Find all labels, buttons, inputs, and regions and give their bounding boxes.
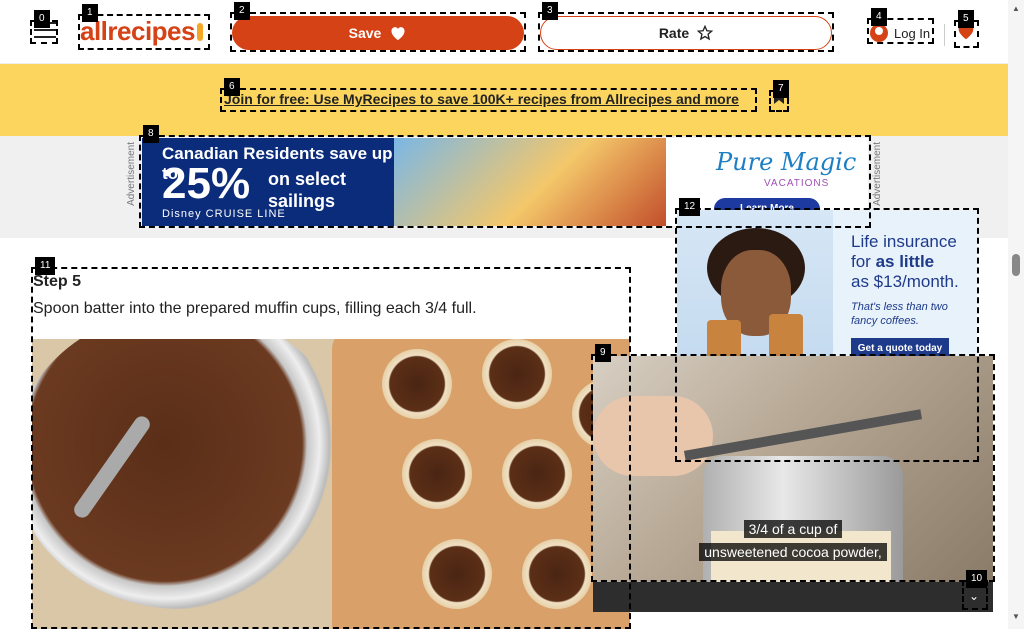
step-title: Step 5 <box>33 273 82 290</box>
scroll-up-icon[interactable]: ▲ <box>1012 4 1020 13</box>
caption-line1: 3/4 of a cup of <box>743 520 843 538</box>
advertisement-label: Advertisement <box>126 142 137 206</box>
step-description: Spoon batter into the prepared muffin cu… <box>33 300 477 317</box>
muffin-cup <box>522 539 592 609</box>
save-button[interactable]: Save <box>232 16 524 50</box>
login-link[interactable]: Log In <box>870 22 930 44</box>
muffin-cup <box>502 439 572 509</box>
rate-label: Rate <box>658 25 690 41</box>
user-icon <box>870 24 888 42</box>
banner-subline: on select sailings <box>268 169 347 211</box>
caption-line2: unsweetened cocoa powder, <box>699 543 887 561</box>
site-header: allrecipes Save Rate Log In <box>0 0 1008 64</box>
menu-button[interactable] <box>34 22 56 40</box>
banner-ad-left: Canadian Residents save up to 25% on sel… <box>142 138 394 226</box>
scroll-thumb[interactable] <box>1012 254 1020 276</box>
muffin-cup <box>402 439 472 509</box>
logo-text: allrecipes <box>80 16 195 46</box>
video-player[interactable]: 3/4 of a cup of unsweetened cocoa powder… <box>593 356 993 612</box>
save-label: Save <box>348 25 382 41</box>
rate-button[interactable]: Rate <box>540 16 832 50</box>
video-toggle-button[interactable]: ⌄ <box>966 588 982 604</box>
site-logo[interactable]: allrecipes <box>80 16 203 47</box>
muffin-cup <box>482 339 552 409</box>
banner-percent: 25% <box>162 159 251 208</box>
sidebar-ad-line1: Life insurance <box>851 232 957 251</box>
heart-icon <box>958 24 974 40</box>
promo-close-button[interactable] <box>772 89 786 107</box>
sidebar-ad-line3: as $13/month. <box>851 272 959 291</box>
favorites-button[interactable] <box>956 22 976 42</box>
partner-logo: Pure Magic <box>716 148 857 176</box>
promo-bar: Join for free: Use MyRecipes to save 100… <box>0 64 1008 136</box>
page-scrollbar[interactable]: ▲ ▼ <box>1008 0 1024 629</box>
step-image <box>32 339 630 629</box>
page: allrecipes Save Rate Log In Join for fre… <box>0 0 1024 629</box>
sidebar-ad-small: That's less than two fancy coffees. <box>851 301 948 327</box>
partner-sub: VACATIONS <box>764 178 830 189</box>
video-caption: 3/4 of a cup of unsweetened cocoa powder… <box>593 518 993 564</box>
advertisement-label: Advertisement <box>872 142 883 206</box>
banner-ad-image <box>394 138 666 226</box>
batter-bowl <box>32 339 352 609</box>
sidebar-ad-line2: for as little <box>851 252 935 271</box>
video-controls <box>593 582 993 612</box>
star-icon <box>697 25 714 41</box>
myrecipes-signup-link[interactable]: Join for free: Use MyRecipes to save 100… <box>224 91 739 107</box>
muffin-tray <box>332 339 630 629</box>
close-icon <box>774 90 784 104</box>
hamburger-icon <box>34 22 56 24</box>
muffin-cup <box>382 349 452 419</box>
heart-icon <box>391 27 405 41</box>
muffin-cup <box>422 539 492 609</box>
banner-brand: Disney CRUISE LINE <box>162 208 286 220</box>
header-divider <box>944 24 945 46</box>
scroll-down-icon[interactable]: ▼ <box>1012 612 1020 621</box>
login-label: Log In <box>894 25 931 41</box>
